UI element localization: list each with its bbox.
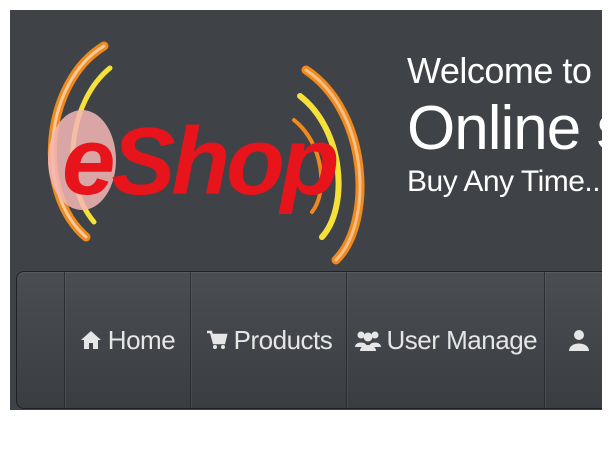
welcome-tagline: Buy Any Time... [407,165,602,198]
welcome-line-1: Welcome to [407,50,592,91]
nav-products-label: Products [233,324,333,355]
nav-home[interactable]: Home [65,272,192,408]
cart-icon [206,330,228,350]
app-header-screenshot: eShop Welcome to Online sh Buy Any Time.… [10,10,602,410]
user-icon [569,329,590,351]
nav-user-manage[interactable]: User Manage [347,272,546,408]
navbar-brand-slot [17,272,65,408]
nav-home-label: Home [107,324,176,355]
home-icon [80,330,102,350]
eshop-logo-graphic: eShop [47,41,365,265]
welcome-title: Online sh [407,94,602,163]
nav-products[interactable]: Products [191,272,348,408]
nav-user-manage-label: User Manage [386,324,538,355]
users-icon [354,329,381,351]
logo-text: eShop [62,108,337,215]
eshop-logo[interactable]: eShop [24,32,374,267]
welcome-banner: Welcome to Online sh Buy Any Time... [407,50,602,200]
main-navbar: Home Products User Manage [16,271,602,409]
nav-account[interactable] [545,272,602,408]
